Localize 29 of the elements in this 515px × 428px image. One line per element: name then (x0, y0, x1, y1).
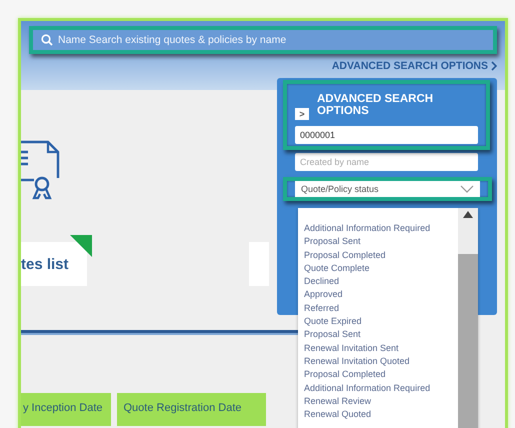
scroll-up-icon (463, 211, 473, 218)
dropdown-option[interactable]: Additional Information Required (304, 222, 458, 236)
sort-tab[interactable]: Quote Registration Date (116, 393, 266, 426)
status-dropdown[interactable]: Quote/Policy status (295, 181, 480, 197)
text-field[interactable]: 0000001 (295, 126, 478, 144)
advanced-search-link[interactable]: ADVANCED SEARCH OPTIONS (332, 60, 488, 72)
dropdown-option[interactable]: Renewal Invitation Quoted (304, 354, 458, 368)
dropdown-option[interactable]: Approved (304, 288, 458, 302)
dropdown-option[interactable]: Proposal Sent (304, 235, 458, 249)
dropdown-option[interactable]: Renewal Invitation Sent (304, 342, 458, 355)
panel-title: ADVANCED SEARCH OPTIONS (317, 93, 434, 117)
text-field[interactable]: Created by name (295, 153, 478, 171)
scrollbar[interactable] (458, 208, 478, 428)
dropdown-option[interactable]: Renewal Review (304, 394, 458, 408)
dropdown-option[interactable]: Proposal Completed (304, 368, 458, 382)
dropdown-option[interactable]: Renewal Quoted (304, 408, 458, 422)
collapse-button[interactable]: > (295, 108, 309, 120)
chevron-icon (491, 61, 497, 71)
dropdown-option[interactable]: Proposal Sent (304, 328, 458, 342)
dropdown-option[interactable]: Referred (304, 302, 458, 316)
dropdown-option[interactable]: Proposal Completed (304, 248, 458, 262)
caret-icon (460, 185, 474, 193)
search-field[interactable]: Name Search existing quotes & policies by name (33, 30, 493, 50)
dropdown-option[interactable]: Declined (304, 275, 458, 288)
dropdown-option[interactable]: Additional Information Required (304, 382, 458, 395)
dropdown-option[interactable]: Quote Complete (304, 262, 458, 276)
dropdown-option[interactable]: Quote Expired (304, 315, 458, 328)
list-card[interactable]: tes list (21, 242, 87, 286)
sort-tab[interactable]: y Inception Date (21, 393, 110, 426)
